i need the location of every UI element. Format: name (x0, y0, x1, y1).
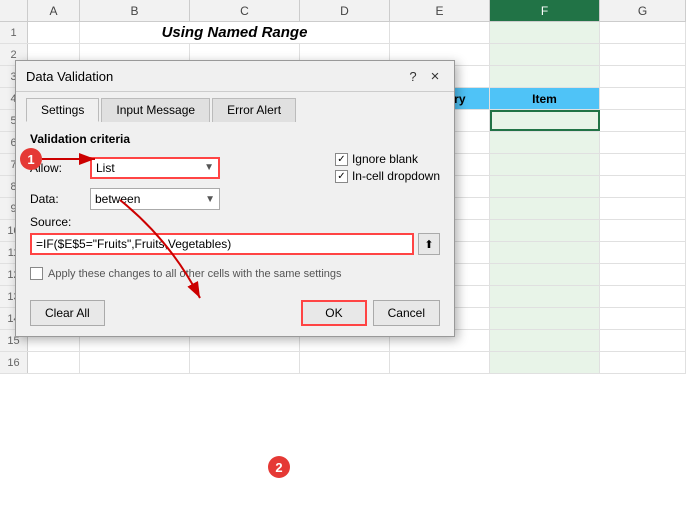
source-input[interactable]: =IF($E$5="Fruits",Fruits,Vegetables) (30, 233, 414, 255)
row-num: 1 (0, 22, 28, 43)
cell-f4[interactable]: Item (490, 88, 600, 109)
in-cell-dropdown-checkbox[interactable] (335, 170, 348, 183)
in-cell-dropdown-item: In-cell dropdown (335, 169, 440, 183)
tab-input-message[interactable]: Input Message (101, 98, 210, 122)
chevron-down-icon: ▼ (204, 162, 214, 173)
apply-label: Apply these changes to all other cells w… (48, 268, 342, 280)
cell-f5[interactable] (490, 110, 600, 131)
source-expand-button[interactable]: ⬆ (418, 233, 440, 255)
ok-button[interactable]: OK (301, 300, 366, 326)
table-row: 16 (0, 352, 686, 374)
tab-settings[interactable]: Settings (26, 98, 99, 122)
clear-all-button[interactable]: Clear All (30, 300, 105, 326)
ignore-blank-label: Ignore blank (352, 152, 418, 166)
source-row: =IF($E$5="Fruits",Fruits,Vegetables) ⬆ (30, 233, 440, 255)
dialog-tabs: Settings Input Message Error Alert (16, 92, 454, 122)
cell-f2[interactable] (490, 44, 600, 65)
cell-g5[interactable] (600, 110, 686, 131)
source-field-row: Source: (30, 215, 440, 229)
cancel-button[interactable]: Cancel (373, 300, 440, 326)
data-validation-dialog: Data Validation ? × Settings Input Messa… (15, 60, 455, 337)
close-button[interactable]: × (426, 67, 444, 85)
dialog-body: Validation criteria Allow: List ▼ Ignore… (16, 122, 454, 292)
dialog-titlebar: Data Validation ? × (16, 61, 454, 92)
in-cell-dropdown-label: In-cell dropdown (352, 169, 440, 183)
ignore-blank-checkbox[interactable] (335, 153, 348, 166)
expand-icon: ⬆ (424, 238, 433, 251)
data-row: Data: between ▼ (30, 188, 440, 210)
cell-a1[interactable] (28, 22, 80, 43)
data-label: Data: (30, 192, 80, 206)
table-row: 1 Using Named Range (0, 22, 686, 44)
source-value: =IF($E$5="Fruits",Fruits,Vegetables) (36, 237, 231, 251)
dialog-title-buttons: ? × (404, 67, 444, 85)
col-header-b[interactable]: B (80, 0, 190, 21)
footer-right-buttons: OK Cancel (301, 300, 440, 326)
apply-row: Apply these changes to all other cells w… (30, 267, 440, 280)
col-header-a[interactable]: A (28, 0, 80, 21)
allow-value: List (96, 161, 115, 175)
col-header-row: A B C D E F G (0, 0, 686, 22)
row-num: 16 (0, 352, 28, 373)
tab-error-alert[interactable]: Error Alert (212, 98, 296, 122)
cell-g1[interactable] (600, 22, 686, 43)
allow-row: Allow: List ▼ Ignore blank In-cell dropd… (30, 152, 440, 183)
cell-g2[interactable] (600, 44, 686, 65)
data-select[interactable]: between ▼ (90, 188, 220, 210)
cell-f1[interactable] (490, 22, 600, 43)
allow-select[interactable]: List ▼ (90, 157, 220, 179)
help-button[interactable]: ? (404, 67, 422, 85)
dialog-footer: Clear All OK Cancel (16, 292, 454, 336)
col-header-f[interactable]: F (490, 0, 600, 21)
cell-b1[interactable]: Using Named Range (80, 22, 390, 43)
cell-g4[interactable] (600, 88, 686, 109)
ignore-blank-item: Ignore blank (335, 152, 440, 166)
col-header-e[interactable]: E (390, 0, 490, 21)
badge-2: 2 (268, 456, 290, 478)
apply-checkbox[interactable] (30, 267, 43, 280)
col-header-c[interactable]: C (190, 0, 300, 21)
col-header-g[interactable]: G (600, 0, 686, 21)
source-label: Source: (30, 215, 80, 229)
dialog-title: Data Validation (26, 69, 113, 84)
checkbox-group: Ignore blank In-cell dropdown (335, 152, 440, 183)
cell-e1[interactable] (390, 22, 490, 43)
badge-1: 1 (20, 148, 42, 170)
data-value: between (95, 192, 140, 206)
cell-f3[interactable] (490, 66, 600, 87)
col-header-d[interactable]: D (300, 0, 390, 21)
corner-cell (0, 0, 28, 21)
cell-g3[interactable] (600, 66, 686, 87)
validation-criteria-label: Validation criteria (30, 132, 440, 146)
chevron-down-icon-2: ▼ (205, 194, 215, 205)
